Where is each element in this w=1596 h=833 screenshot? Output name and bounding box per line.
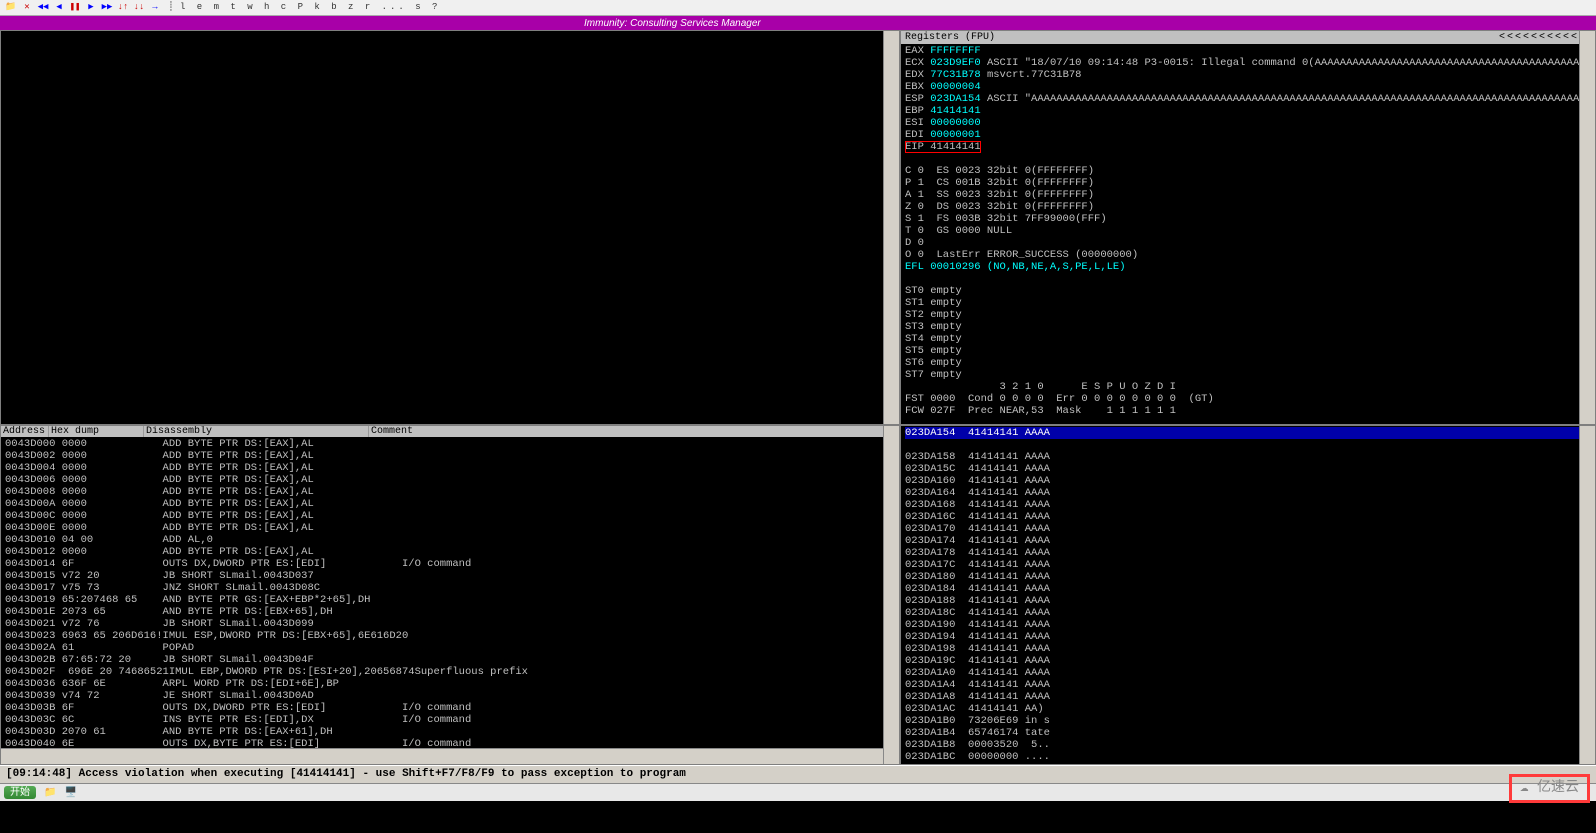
col-address[interactable]: Address xyxy=(1,426,49,437)
stack-row[interactable]: 023DA1A8 41414141 AAAA xyxy=(905,691,1050,703)
status-text: [09:14:48] Access violation when executi… xyxy=(6,768,686,780)
dump-row[interactable]: 0043D00C 0000 ADD BYTE PTR DS:[EAX],AL xyxy=(5,510,402,522)
tool-pause-icon[interactable]: ❚❚ xyxy=(68,1,82,15)
dump-row[interactable]: 0043D02F 696E 20 74686521IMUL EBP,DWORD … xyxy=(5,666,528,678)
stack-row[interactable]: 023DA1B4 65746174 tate xyxy=(905,727,1050,739)
stack-row[interactable]: 023DA184 41414141 AAAA xyxy=(905,583,1050,595)
dump-row[interactable]: 0043D015 v72 20 JB SHORT SLmail.0043D037 xyxy=(5,570,402,582)
tool-open-icon[interactable]: 📁 xyxy=(4,1,18,15)
stack-row[interactable]: 023DA1A4 41414141 AAAA xyxy=(905,679,1050,691)
tool-rewind-icon[interactable]: ◀◀ xyxy=(36,1,50,15)
taskbar-item[interactable]: 📁 xyxy=(44,787,56,798)
stack-row[interactable]: 023DA1BC 00000000 .... xyxy=(905,751,1050,763)
vscrollbar[interactable] xyxy=(883,31,899,424)
dump-row[interactable]: 0043D03D 2070 61 AND BYTE PTR DS:[EAX+61… xyxy=(5,726,402,738)
stack-row[interactable]: 023DA178 41414141 AAAA xyxy=(905,547,1050,559)
dump-row[interactable]: 0043D00A 0000 ADD BYTE PTR DS:[EAX],AL xyxy=(5,498,402,510)
col-comment[interactable]: Comment xyxy=(369,426,899,437)
dump-row[interactable]: 0043D023 6963 65 206D616!IMUL ESP,DWORD … xyxy=(5,630,408,642)
tool-stepin-icon[interactable]: ↓↑ xyxy=(116,1,130,15)
tool-separator-icon: ┊ xyxy=(164,1,178,15)
stack-row[interactable]: 023DA168 41414141 AAAA xyxy=(905,499,1050,511)
taskbar[interactable]: 开始 📁 🖥️ xyxy=(0,783,1596,801)
dump-rows[interactable]: 0043D000 0000 ADD BYTE PTR DS:[EAX],AL 0… xyxy=(1,437,899,765)
stack-row[interactable]: 023DA164 41414141 AAAA xyxy=(905,487,1050,499)
dump-pane[interactable]: Address Hex dump Disassembly Comment 004… xyxy=(0,425,900,765)
dump-row[interactable]: 0043D039 v74 72 JE SHORT SLmail.0043D0AD xyxy=(5,690,402,702)
stack-row[interactable]: 023DA17C 41414141 AAAA xyxy=(905,559,1050,571)
tool-play-icon[interactable]: ▶ xyxy=(84,1,98,15)
stack-row[interactable]: 023DA16C 41414141 AAAA xyxy=(905,511,1050,523)
tool-stepover-icon[interactable]: ↓↓ xyxy=(132,1,146,15)
dump-row[interactable]: 0043D03C 6C INS BYTE PTR ES:[EDI],DX I/O… xyxy=(5,714,471,726)
stack-row[interactable]: 023DA1B0 73206E69 in s xyxy=(905,715,1050,727)
stack-row[interactable]: 023DA15C 41414141 AAAA xyxy=(905,463,1050,475)
toolbar[interactable]: 📁 ✕ ◀◀ ◀ ❚❚ ▶ ▶▶ ↓↑ ↓↓ → ┊ l e m t w h c… xyxy=(0,0,1596,16)
stack-row[interactable]: 023DA1AC 41414141 AA) xyxy=(905,703,1044,715)
registers-pane[interactable]: Registers (FPU) < < < < < < < < < < < < … xyxy=(900,30,1596,425)
col-disasm[interactable]: Disassembly xyxy=(144,426,369,437)
stack-row[interactable]: 023DA1C0 00000000 .... xyxy=(905,763,1050,765)
watermark-badge: ☁ 亿速云 xyxy=(1509,774,1590,803)
stack-row[interactable]: 023DA158 41414141 AAAA xyxy=(905,451,1050,463)
dump-row[interactable]: 0043D01E 2073 65 AND BYTE PTR DS:[EBX+65… xyxy=(5,606,402,618)
stack-row[interactable]: 023DA190 41414141 AAAA xyxy=(905,619,1050,631)
dump-row[interactable]: 0043D021 v72 76 JB SHORT SLmail.0043D099 xyxy=(5,618,402,630)
vscrollbar[interactable] xyxy=(1579,426,1595,764)
dump-row[interactable]: 0043D002 0000 ADD BYTE PTR DS:[EAX],AL xyxy=(5,450,402,462)
tool-letters[interactable]: l e m t w h c P k b z r ... s ? xyxy=(180,3,440,13)
vscrollbar[interactable] xyxy=(1579,31,1595,424)
dump-row[interactable]: 0043D006 0000 ADD BYTE PTR DS:[EAX],AL xyxy=(5,474,402,486)
vscrollbar[interactable] xyxy=(883,426,899,764)
window-title: Immunity: Consulting Services Manager xyxy=(584,18,761,29)
dump-row[interactable]: 0043D010 04 00 ADD AL,0 xyxy=(5,534,402,546)
dump-row[interactable]: 0043D00E 0000 ADD BYTE PTR DS:[EAX],AL xyxy=(5,522,402,534)
col-hex[interactable]: Hex dump xyxy=(49,426,144,437)
tool-ff-icon[interactable]: ▶▶ xyxy=(100,1,114,15)
window-titlebar[interactable]: Immunity: Consulting Services Manager xyxy=(0,16,1596,30)
dump-row[interactable]: 0043D02B 67:65:72 20 JB SHORT SLmail.004… xyxy=(5,654,402,666)
stack-row[interactable]: 023DA198 41414141 AAAA xyxy=(905,643,1050,655)
dump-row[interactable]: 0043D014 6F OUTS DX,DWORD PTR ES:[EDI] I… xyxy=(5,558,471,570)
hscrollbar[interactable] xyxy=(1,748,883,764)
dump-row[interactable]: 0043D036 636F 6E ARPL WORD PTR DS:[EDI+6… xyxy=(5,678,402,690)
stack-pane[interactable]: 023DA154 41414141 AAAA 023DA158 41414141… xyxy=(900,425,1596,765)
stack-row[interactable]: 023DA18C 41414141 AAAA xyxy=(905,607,1050,619)
dump-row[interactable]: 0043D03B 6F OUTS DX,DWORD PTR ES:[EDI] I… xyxy=(5,702,471,714)
stack-row[interactable]: 023DA1B8 00003520 5.. xyxy=(905,739,1050,751)
dump-row[interactable]: 0043D019 65:207468 65 AND BYTE PTR GS:[E… xyxy=(5,594,402,606)
stack-row[interactable]: 023DA188 41414141 AAAA xyxy=(905,595,1050,607)
start-button[interactable]: 开始 xyxy=(4,786,36,799)
stack-row[interactable]: 023DA180 41414141 AAAA xyxy=(905,571,1050,583)
registers-content[interactable]: EAX FFFFFFFF ECX 023D9EF0 ASCII "18/07/1… xyxy=(901,44,1595,418)
stack-row[interactable]: 023DA194 41414141 AAAA xyxy=(905,631,1050,643)
registers-header[interactable]: Registers (FPU) xyxy=(905,32,995,43)
stack-rows[interactable]: 023DA154 41414141 AAAA 023DA158 41414141… xyxy=(901,426,1595,765)
tool-back-icon[interactable]: ◀ xyxy=(52,1,66,15)
stack-row[interactable]: 023DA19C 41414141 AAAA xyxy=(905,655,1050,667)
tool-into-icon[interactable]: → xyxy=(148,1,162,15)
watermark-cloud-icon: ☁ xyxy=(1520,780,1528,796)
stack-row[interactable]: 023DA170 41414141 AAAA xyxy=(905,523,1050,535)
dump-row[interactable]: 0043D008 0000 ADD BYTE PTR DS:[EAX],AL xyxy=(5,486,402,498)
dump-row[interactable]: 0043D02A 61 POPAD xyxy=(5,642,402,654)
dump-row[interactable]: 0043D000 0000 ADD BYTE PTR DS:[EAX],AL xyxy=(5,438,402,450)
dump-row[interactable]: 0043D004 0000 ADD BYTE PTR DS:[EAX],AL xyxy=(5,462,402,474)
stack-row[interactable]: 023DA1A0 41414141 AAAA xyxy=(905,667,1050,679)
registers-chevrons[interactable]: < < < < < < < < < < < < xyxy=(1499,32,1591,43)
cpu-disasm-pane[interactable] xyxy=(0,30,900,425)
dump-row[interactable]: 0043D012 0000 ADD BYTE PTR DS:[EAX],AL xyxy=(5,546,402,558)
stack-row[interactable]: 023DA160 41414141 AAAA xyxy=(905,475,1050,487)
stack-row[interactable]: 023DA174 41414141 AAAA xyxy=(905,535,1050,547)
tool-x-icon[interactable]: ✕ xyxy=(20,1,34,15)
stack-row-selected[interactable]: 023DA154 41414141 AAAA xyxy=(905,427,1591,439)
status-bar: [09:14:48] Access violation when executi… xyxy=(0,765,1596,783)
dump-row[interactable]: 0043D017 v75 73 JNZ SHORT SLmail.0043D08… xyxy=(5,582,402,594)
taskbar-item[interactable]: 🖥️ xyxy=(64,787,76,798)
